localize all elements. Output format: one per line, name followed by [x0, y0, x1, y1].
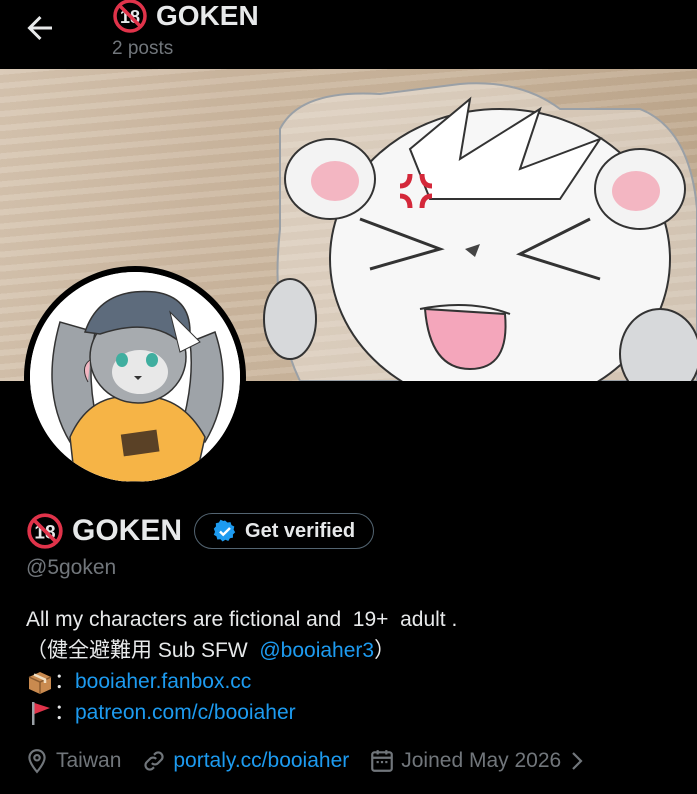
link-icon: [144, 751, 164, 771]
patreon-link[interactable]: patreon.com/c/booiaher: [75, 697, 296, 728]
location-pin-icon: [28, 749, 46, 774]
user-handle: @5goken: [26, 556, 117, 579]
location-text: Taiwan: [56, 749, 122, 772]
profile-bio: All my characters are fictional and 19+ …: [26, 604, 457, 728]
bio-line-2-prefix: （健全避難用 Sub SFW: [26, 639, 260, 662]
website-link[interactable]: portaly.cc/booiaher: [173, 749, 349, 773]
bio-line-3: ： booiaher.fanbox.cc: [26, 666, 457, 697]
display-name: 18 GOKEN: [26, 512, 182, 550]
bio-line-4: ： patreon.com/c/booiaher: [26, 697, 457, 728]
joined-item: Joined May 2026: [369, 748, 587, 774]
joined-text: Joined May 2026: [401, 749, 562, 772]
back-arrow-icon[interactable]: [22, 10, 58, 46]
no-under-18-icon: 18: [113, 0, 147, 33]
display-name-text: GOKEN: [72, 514, 183, 547]
package-emoji-icon: [28, 671, 52, 694]
header-title: 18 GOKEN: [112, 0, 259, 34]
bio-line-2-suffix: ）: [374, 639, 396, 662]
top-header: 18 GOKEN 2 posts: [0, 0, 697, 69]
bio-line-4-sep: ：: [54, 701, 75, 724]
profile-avatar[interactable]: [24, 266, 246, 488]
chevron-right-icon[interactable]: [567, 749, 587, 773]
website-item: portaly.cc/booiaher: [141, 748, 349, 774]
sub-account-link[interactable]: @booiaher3: [259, 635, 374, 666]
post-count: 2 posts: [112, 38, 174, 59]
fanbox-link[interactable]: booiaher.fanbox.cc: [75, 666, 251, 697]
get-verified-button[interactable]: Get verified: [194, 513, 375, 549]
calendar-icon: [371, 750, 394, 772]
header-name: GOKEN: [156, 0, 259, 31]
red-flag-emoji-icon: [32, 701, 50, 725]
location-item: Taiwan: [24, 748, 121, 774]
bio-line-3-sep: ：: [54, 670, 75, 693]
bio-line-1: All my characters are fictional and 19+ …: [26, 608, 458, 631]
get-verified-label: Get verified: [245, 519, 356, 542]
verified-check-icon: [213, 519, 236, 542]
profile-meta: Taiwan portaly.cc/booiaher Joined May 20…: [24, 748, 607, 774]
no-under-18-icon: 18: [27, 513, 63, 549]
name-row: 18 GOKEN Get verified: [26, 512, 375, 550]
avatar-image: [30, 272, 240, 482]
bio-line-2: （健全避難用 Sub SFW @booiaher3）: [26, 635, 457, 666]
